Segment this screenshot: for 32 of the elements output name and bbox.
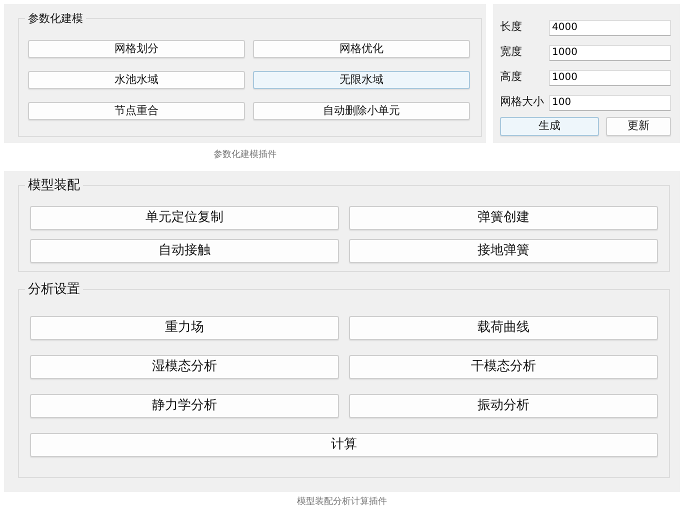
group-title: 模型装配	[25, 178, 83, 193]
field-label: 宽度	[500, 44, 523, 60]
action-button[interactable]: 生成	[500, 117, 599, 136]
field-label: 高度	[500, 69, 523, 86]
tool-button[interactable]: 自动删除小单元	[253, 102, 470, 120]
group-title: 分析设置	[25, 282, 83, 297]
input-field[interactable]: 1000	[549, 44, 671, 60]
tool-button[interactable]: 节点重合	[28, 102, 245, 120]
tool-button[interactable]: 重力场	[30, 316, 339, 340]
tool-button[interactable]: 干模态分析	[349, 355, 658, 379]
tool-button[interactable]: 水池水域	[28, 71, 245, 89]
tool-button[interactable]: 振动分析	[349, 394, 658, 418]
field-label: 长度	[500, 19, 523, 36]
tool-button[interactable]: 单元定位复制	[30, 206, 339, 230]
input-field[interactable]: 100	[549, 94, 671, 110]
tool-button[interactable]: 弹簧创建	[349, 206, 658, 230]
tool-button[interactable]: 网格优化	[253, 40, 470, 58]
tool-button[interactable]: 静力学分析	[30, 394, 339, 418]
field-label: 网格大小	[500, 94, 545, 110]
tool-button[interactable]: 无限水域	[253, 71, 470, 89]
tool-button[interactable]: 计算	[30, 433, 658, 457]
input-field[interactable]: 1000	[549, 70, 671, 86]
caption: 参数化建模插件	[212, 149, 278, 162]
input-field[interactable]: 4000	[549, 20, 671, 36]
tool-button[interactable]: 接地弹簧	[349, 239, 658, 263]
caption: 模型装配分析计算插件	[296, 496, 388, 509]
tool-button[interactable]: 湿模态分析	[30, 355, 339, 379]
action-button[interactable]: 更新	[606, 117, 671, 136]
group-title: 参数化建模	[25, 11, 86, 26]
tool-button[interactable]: 载荷曲线	[349, 316, 658, 340]
tool-button[interactable]: 网格划分	[28, 40, 245, 58]
tool-button[interactable]: 自动接触	[30, 239, 339, 263]
